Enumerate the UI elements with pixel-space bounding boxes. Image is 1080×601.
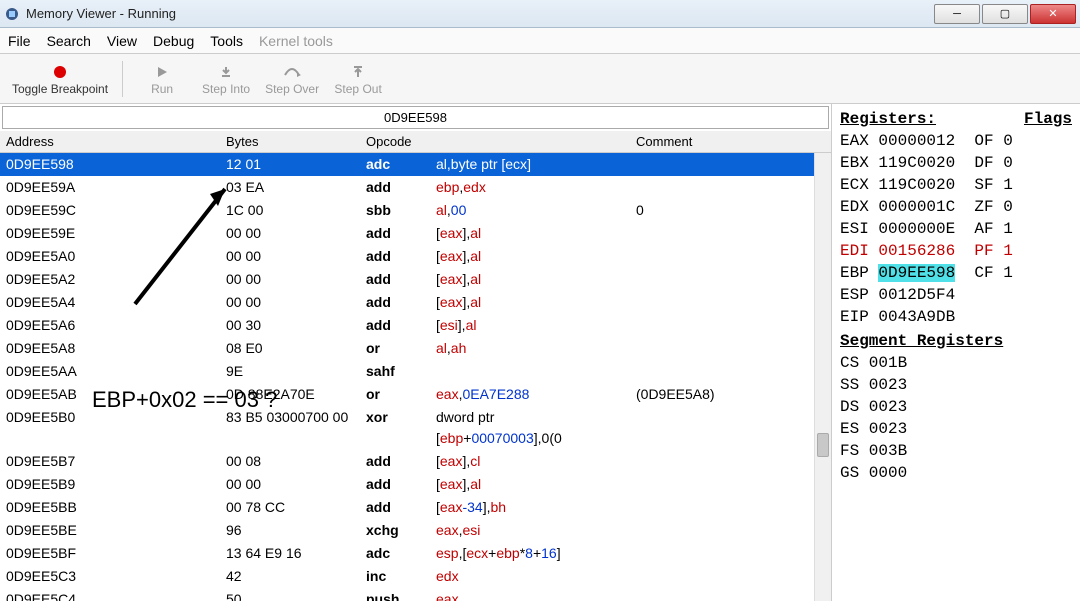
titlebar: Memory Viewer - Running ─ ▢ ✕ [0,0,1080,28]
register-line: ESI 0000000E AF 1 [840,218,1072,240]
disassembly-row[interactable]: 0D9EE5B700 08add[eax],cl [0,450,831,473]
disassembly-row[interactable]: 0D9EE5A600 30add[esi],al [0,314,831,337]
window-buttons: ─ ▢ ✕ [932,4,1076,24]
disassembly-row[interactable]: 0D9EE5BF13 64 E9 16adcesp,[ecx+ebp*8+16] [0,542,831,565]
segment-registers-header: Segment Registers [840,330,1072,352]
step-into-button[interactable]: Step Into [201,62,251,96]
segment-line: CS 001B [840,352,1072,374]
segment-line: SS 0023 [840,374,1072,396]
main-area: 0D9EE598 Address Bytes Opcode Comment 0D… [0,104,1080,601]
run-button[interactable]: Run [137,62,187,96]
col-opcode[interactable]: Opcode [360,133,430,150]
disassembly-row[interactable]: 0D9EE5BE96xchgeax,esi [0,519,831,542]
disassembly-row[interactable]: 0D9EE5AA9Esahf [0,360,831,383]
disassembly-row[interactable]: 0D9EE5A808 E0oral,ah [0,337,831,360]
register-lines: EAX 00000012 OF 0EBX 119C0020 DF 0ECX 11… [840,130,1072,328]
disassembly-row[interactable]: 0D9EE59E00 00add[eax],al [0,222,831,245]
segment-lines: CS 001BSS 0023DS 0023ES 0023FS 003BGS 00… [840,352,1072,484]
register-line: EDI 00156286 PF 1 [840,240,1072,262]
step-into-icon [219,62,233,82]
toggle-breakpoint-label: Toggle Breakpoint [12,82,108,96]
disassembly-row[interactable]: 0D9EE59812 01adcal,byte ptr [ecx] [0,153,831,176]
disassembly-row[interactable]: 0D9EE5BB00 78 CCadd[eax-34],bh [0,496,831,519]
register-line: EAX 00000012 OF 0 [840,130,1072,152]
register-line: EBX 119C0020 DF 0 [840,152,1072,174]
register-line: ECX 119C0020 SF 1 [840,174,1072,196]
disassembly-rows[interactable]: 0D9EE59812 01adcal,byte ptr [ecx]0D9EE59… [0,153,831,601]
scrollbar-thumb[interactable] [817,433,829,457]
menu-tools[interactable]: Tools [210,33,243,49]
col-address[interactable]: Address [0,133,220,150]
step-over-label: Step Over [265,82,319,96]
minimize-button[interactable]: ─ [934,4,980,24]
toggle-breakpoint-button[interactable]: Toggle Breakpoint [12,62,108,96]
register-line: EBP 0D9EE598 CF 1 [840,262,1072,284]
run-label: Run [151,82,173,96]
vertical-scrollbar[interactable] [814,153,831,601]
window-title: Memory Viewer - Running [26,6,932,21]
disassembly-row[interactable]: 0D9EE5C342incedx [0,565,831,588]
segment-line: ES 0023 [840,418,1072,440]
menu-file[interactable]: File [8,33,31,49]
play-icon [155,62,169,82]
register-line: ESP 0012D5F4 [840,284,1072,306]
step-over-icon [283,62,301,82]
disassembly-row[interactable]: 0D9EE5A400 00add[eax],al [0,291,831,314]
disassembly-panel: 0D9EE598 Address Bytes Opcode Comment 0D… [0,104,832,601]
step-out-icon [351,62,365,82]
address-input-value: 0D9EE598 [384,110,447,125]
menu-search[interactable]: Search [47,33,91,49]
disassembly-row[interactable]: 0D9EE5A200 00add[eax],al [0,268,831,291]
close-button[interactable]: ✕ [1030,4,1076,24]
col-comment[interactable]: Comment [630,133,831,150]
register-line: EDX 0000001C ZF 0 [840,196,1072,218]
disassembly-row[interactable]: 0D9EE59A03 EAaddebp,edx [0,176,831,199]
step-over-button[interactable]: Step Over [265,62,319,96]
address-input[interactable]: 0D9EE598 [2,106,829,129]
disassembly-row[interactable]: 0D9EE59C1C 00sbbal,000 [0,199,831,222]
toolbar: Toggle Breakpoint Run Step Into Step Ove… [0,54,1080,104]
app-icon [4,6,20,22]
segment-line: GS 0000 [840,462,1072,484]
disassembly-row[interactable]: 0D9EE5B083 B5 03000700 00xordword ptr [e… [0,406,831,450]
step-out-label: Step Out [334,82,381,96]
disassembly-row[interactable]: 0D9EE5C450pusheax [0,588,831,601]
menu-view[interactable]: View [107,33,137,49]
disassembly-row[interactable]: 0D9EE5AB0D 88E2A70Eoreax,0EA7E288(0D9EE5… [0,383,831,406]
segment-line: FS 003B [840,440,1072,462]
menubar: File Search View Debug Tools Kernel tool… [0,28,1080,54]
segment-line: DS 0023 [840,396,1072,418]
step-out-button[interactable]: Step Out [333,62,383,96]
register-line: EIP 0043A9DB [840,306,1072,328]
menu-debug[interactable]: Debug [153,33,194,49]
breakpoint-icon [53,62,67,82]
registers-panel: Registers: Flags EAX 00000012 OF 0EBX 11… [832,104,1080,601]
menu-kernel-tools[interactable]: Kernel tools [259,33,333,49]
disassembly-row[interactable]: 0D9EE5B900 00add[eax],al [0,473,831,496]
column-headers: Address Bytes Opcode Comment [0,131,831,153]
disassembly-row[interactable]: 0D9EE5A000 00add[eax],al [0,245,831,268]
col-bytes[interactable]: Bytes [220,133,360,150]
toolbar-divider [122,61,123,97]
col-args [430,133,630,150]
registers-header: Registers: [840,110,936,128]
maximize-button[interactable]: ▢ [982,4,1028,24]
step-into-label: Step Into [202,82,250,96]
registers-header-line: Registers: Flags [840,108,1072,130]
flags-header: Flags [1024,108,1072,130]
